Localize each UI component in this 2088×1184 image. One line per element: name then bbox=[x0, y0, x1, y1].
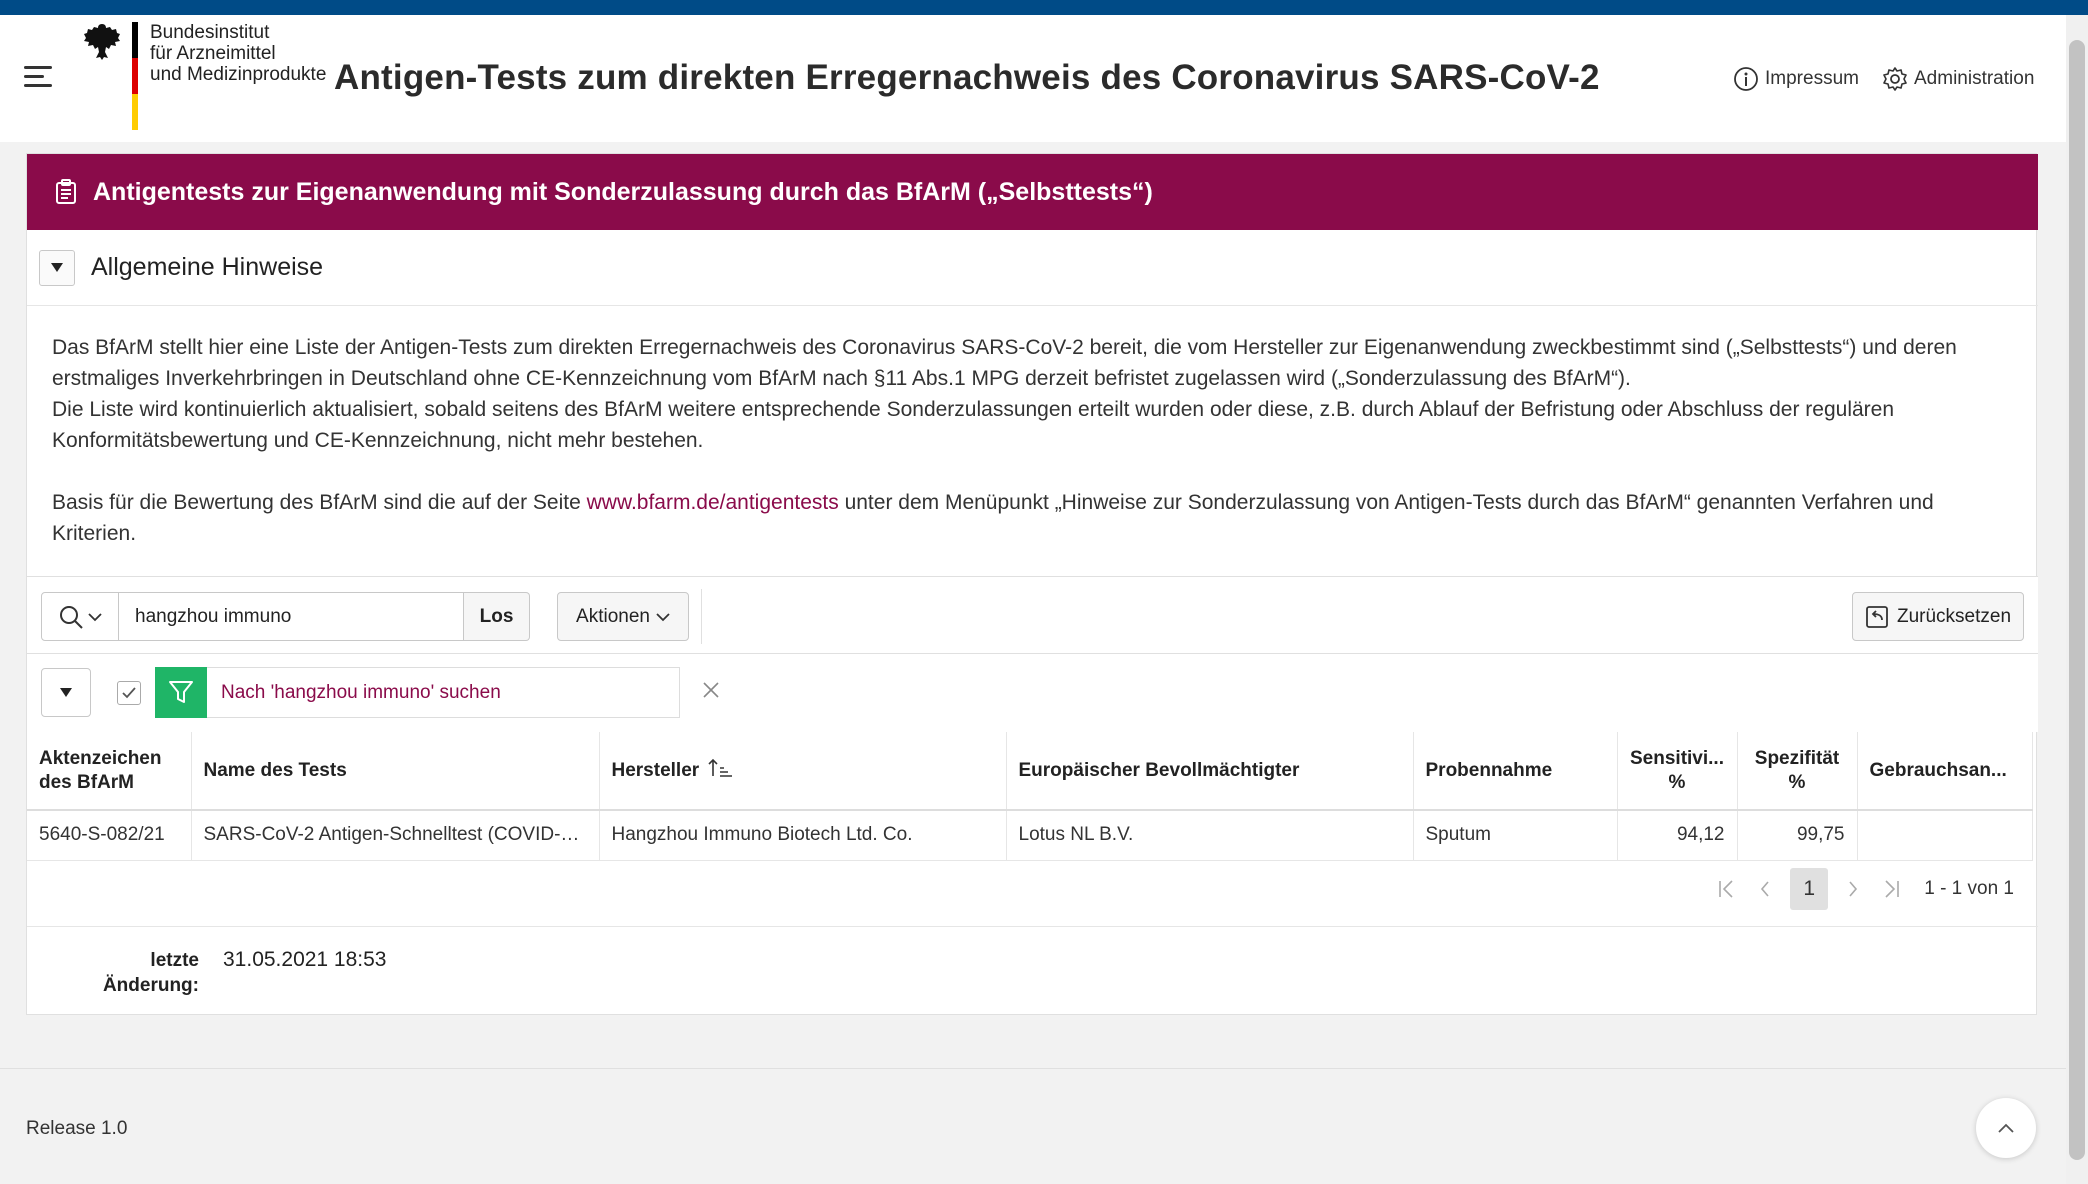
cell-gebrauchsanweisung bbox=[1857, 810, 2033, 861]
panel-title: Antigentests zur Eigenanwendung mit Sond… bbox=[93, 177, 1153, 206]
info-paragraph-3: Basis für die Bewertung des BfArM sind d… bbox=[52, 487, 2012, 549]
next-page-icon[interactable] bbox=[1840, 876, 1866, 902]
sort-ascending-icon bbox=[708, 758, 733, 777]
column-header-hersteller[interactable]: Hersteller bbox=[599, 732, 1007, 811]
panel-header: Antigentests zur Eigenanwendung mit Sond… bbox=[27, 154, 2038, 230]
last-change-label-line1: letzte bbox=[150, 950, 199, 971]
org-line-2: für Arzneimittel bbox=[150, 43, 276, 64]
chevron-down-icon bbox=[88, 612, 102, 621]
go-button[interactable]: Los bbox=[464, 592, 530, 641]
actions-label: Aktionen bbox=[576, 605, 650, 627]
release-version: Release 1.0 bbox=[26, 1118, 128, 1139]
general-notes-heading: Allgemeine Hinweise bbox=[91, 253, 324, 281]
org-line-1: Bundesinstitut bbox=[150, 22, 270, 43]
funnel-icon bbox=[155, 666, 207, 718]
info-p3-pre: Basis für die Bewertung des BfArM sind d… bbox=[52, 491, 587, 514]
org-logo-text: Bundesinstitut für Arzneimittel und Medi… bbox=[150, 22, 326, 85]
chevron-down-icon bbox=[656, 612, 670, 621]
search-input[interactable] bbox=[119, 592, 464, 641]
cell-hersteller: Hangzhou Immuno Biotech Ltd. Co. bbox=[599, 810, 1007, 861]
column-header-aktenzeichen[interactable]: Aktenzeichen des BfArM bbox=[27, 732, 192, 811]
table-header-row: Aktenzeichen des BfArM Name des Tests He… bbox=[27, 732, 2033, 811]
top-accent-bar bbox=[0, 0, 2088, 15]
search-group: Los bbox=[41, 592, 530, 641]
reset-button[interactable]: Zurücksetzen bbox=[1852, 592, 2024, 641]
scrollbar-thumb[interactable] bbox=[2069, 40, 2085, 1160]
filter-text: Nach 'hangzhou immuno' suchen bbox=[221, 681, 501, 703]
cell-name: SARS-CoV-2 Antigen-Schnelltest (COVID-19… bbox=[191, 810, 600, 861]
previous-page-icon[interactable] bbox=[1752, 876, 1778, 902]
last-change-label-line2: Änderung: bbox=[102, 975, 199, 996]
chevron-up-icon bbox=[1998, 1123, 2014, 1133]
administration-label: Administration bbox=[1914, 68, 2035, 89]
cell-sensitivitaet: 94,12 bbox=[1617, 810, 1738, 861]
pagination: 1 1 - 1 von 1 bbox=[1714, 868, 2014, 910]
actions-menu-button[interactable]: Aktionen bbox=[557, 592, 689, 641]
current-page-button[interactable]: 1 bbox=[1790, 868, 1829, 910]
first-page-icon[interactable] bbox=[1714, 876, 1740, 902]
scroll-to-top-button[interactable] bbox=[1976, 1098, 2036, 1158]
cell-bevollmaechtigter: Lotus NL B.V. bbox=[1006, 810, 1414, 861]
footer bbox=[0, 1068, 2066, 1184]
column-header-gebrauchsanweisung[interactable]: Gebrauchsan... bbox=[1857, 732, 2033, 811]
general-notes-toggle-button[interactable] bbox=[39, 249, 75, 286]
toolbar-separator bbox=[701, 589, 702, 644]
column-header-probennahme[interactable]: Probennahme bbox=[1413, 732, 1618, 811]
impressum-label: Impressum bbox=[1765, 68, 1859, 89]
cell-spezifitaet: 99,75 bbox=[1737, 810, 1858, 861]
pagination-summary: 1 - 1 von 1 bbox=[1924, 878, 2014, 899]
last-change-value: 31.05.2021 18:53 bbox=[223, 948, 387, 971]
last-change-label: letzte Änderung: bbox=[87, 948, 199, 998]
checkmark-icon bbox=[122, 687, 136, 699]
org-line-3: und Medizinprodukte bbox=[150, 64, 327, 85]
cell-aktenzeichen: 5640-S-082/21 bbox=[27, 810, 192, 861]
info-icon bbox=[1734, 67, 1758, 91]
search-column-button[interactable] bbox=[41, 592, 119, 641]
cell-probennahme: Sputum bbox=[1413, 810, 1618, 861]
page-title: Antigen-Tests zum direkten Erregernachwe… bbox=[334, 58, 1600, 97]
table-row: 5640-S-082/21 SARS-CoV-2 Antigen-Schnell… bbox=[27, 810, 2033, 861]
triangle-down-icon bbox=[60, 688, 72, 697]
clipboard-icon bbox=[56, 179, 76, 204]
report-toolbar: Los Aktionen Zurücksetzen bbox=[27, 576, 2038, 654]
results-table: Aktenzeichen des BfArM Name des Tests He… bbox=[27, 732, 2038, 861]
impressum-link[interactable]: Impressum bbox=[1733, 66, 1859, 92]
general-notes-text: Das BfArM stellt hier eine Liste der Ant… bbox=[52, 332, 2012, 580]
general-notes-toggle-row: Allgemeine Hinweise bbox=[27, 230, 2038, 306]
selbsttests-panel: Antigentests zur Eigenanwendung mit Sond… bbox=[26, 153, 2038, 1015]
filter-toggle-button[interactable] bbox=[41, 668, 91, 717]
gear-icon bbox=[1883, 67, 1907, 91]
info-paragraph-2: Die Liste wird kontinuierlich aktualisie… bbox=[52, 398, 1895, 452]
bfarm-antigentests-link[interactable]: www.bfarm.de/antigentests bbox=[587, 491, 839, 514]
filter-enabled-checkbox[interactable] bbox=[117, 681, 141, 705]
federal-eagle-icon bbox=[80, 20, 124, 64]
administration-link[interactable]: Administration bbox=[1882, 66, 2034, 92]
section-divider bbox=[27, 926, 2038, 927]
filter-row: Nach 'hangzhou immuno' suchen bbox=[27, 654, 2038, 732]
remove-filter-icon[interactable] bbox=[699, 678, 723, 702]
triangle-down-icon bbox=[51, 263, 63, 272]
last-page-icon[interactable] bbox=[1878, 876, 1904, 902]
column-header-bevollmaechtigter[interactable]: Europäischer Bevollmächtigter bbox=[1006, 732, 1414, 811]
column-header-name[interactable]: Name des Tests bbox=[191, 732, 600, 811]
menu-icon[interactable] bbox=[24, 66, 52, 88]
hersteller-label: Hersteller bbox=[611, 760, 700, 781]
reset-label: Zurücksetzen bbox=[1896, 605, 2012, 627]
flag-bar bbox=[132, 22, 138, 130]
column-header-sensitivitaet[interactable]: Sensitivi... % bbox=[1617, 732, 1738, 811]
filter-chip[interactable]: Nach 'hangzhou immuno' suchen bbox=[155, 666, 680, 718]
reset-icon bbox=[1866, 605, 1888, 628]
column-header-spezifitaet[interactable]: Spezifität % bbox=[1737, 732, 1858, 811]
search-icon bbox=[60, 605, 83, 629]
info-paragraph-1: Das BfArM stellt hier eine Liste der Ant… bbox=[52, 336, 1957, 390]
